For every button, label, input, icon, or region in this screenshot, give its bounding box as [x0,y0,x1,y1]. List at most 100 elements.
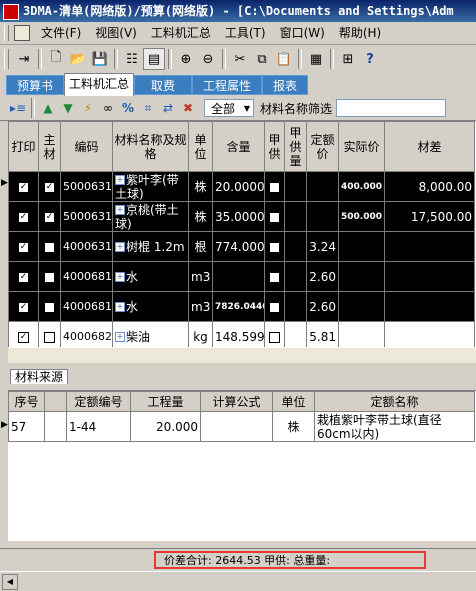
cut-icon[interactable]: ✂ [229,48,251,70]
quota-price-cell[interactable]: 3.24 [306,231,339,262]
column-header[interactable]: 序号 [8,391,45,412]
print-cell[interactable] [8,291,39,322]
jiagong-qty-cell[interactable] [284,291,307,322]
binoculars-icon[interactable]: ∞ [98,98,118,118]
quota-price-cell[interactable]: 2.60 [306,261,339,292]
table-row[interactable]: 40006314+树棍 1.2m根774.0000 3.24 [8,231,475,262]
app-icon[interactable] [3,3,19,20]
difference-cell[interactable] [384,231,475,262]
code-cell[interactable]: 40006829 [60,321,113,347]
table-row[interactable]: 40006829+柴油kg148.59985.81 [8,321,475,347]
tab-material-source[interactable]: 材料来源 [10,369,69,384]
menu-file[interactable]: 文件(F) [34,22,88,44]
chevron-down-icon[interactable]: ▼ [241,104,253,113]
new-icon[interactable]: 🗋 [45,48,67,70]
difference-cell[interactable]: 8,000.00 [384,171,475,202]
tab-fees[interactable]: 取费 [134,75,192,95]
replace-icon[interactable]: ⇄ [158,98,178,118]
select-icon[interactable]: ▤ [143,48,165,70]
quota-price-cell[interactable] [306,171,339,202]
main-material-cell[interactable] [38,171,61,202]
menu-help[interactable]: 帮助(H) [332,22,388,44]
jiagong-cell[interactable] [264,261,285,292]
help-icon[interactable]: ? [359,48,381,70]
tab-materials-summary[interactable]: 工料机汇总 [64,73,134,96]
code-cell[interactable]: 50006311 [60,201,113,232]
column-header[interactable] [44,391,67,412]
unit-cell[interactable]: 株 [188,171,213,202]
main-material-checkbox[interactable] [44,271,55,283]
quantity-cell[interactable]: 35.0000 [212,201,265,232]
menu-view[interactable]: 视图(V) [88,22,144,44]
toolbar-grip[interactable] [4,49,9,69]
unit-cell[interactable]: 根 [188,231,213,262]
name-cell[interactable]: + 树棍 1.2m [112,231,189,262]
name-filter-input[interactable] [336,99,447,117]
tab-reports[interactable]: 报表 [262,75,308,95]
column-header[interactable]: 计算公式 [200,391,273,412]
quantity-cell[interactable]: 20.0000 [212,171,265,202]
unit-cell[interactable]: m3 [188,261,213,292]
quota-price-cell[interactable] [306,201,339,232]
print-cell[interactable] [8,231,39,262]
main-material-checkbox[interactable] [44,211,55,223]
jiagong-cell[interactable] [264,231,285,262]
open-icon[interactable]: 📂 [67,48,89,70]
jiagong-checkbox[interactable] [269,211,280,223]
column-header[interactable]: 定额编号 [66,391,131,412]
percent-icon[interactable]: % [118,98,138,118]
print-cell[interactable] [8,201,39,232]
wand-icon[interactable]: ⚡ [78,98,98,118]
scroll-left-icon[interactable]: ◀ [2,574,18,590]
menu-window[interactable]: 窗口(W) [273,22,332,44]
expand-icon[interactable]: + [115,205,125,215]
print-checkbox[interactable] [18,271,29,283]
zoom-in-icon[interactable]: ⊕ [175,48,197,70]
difference-cell[interactable]: 17,500.00 [384,201,475,232]
print-checkbox[interactable] [18,211,29,223]
jiagong-qty-cell[interactable] [284,321,307,347]
column-header[interactable]: 甲供量 [284,121,307,172]
expand-icon[interactable]: ⌗ [138,98,158,118]
layout-icon[interactable]: ⊞ [337,48,359,70]
expand-icon[interactable]: + [115,302,125,312]
seq-cell[interactable]: 57 [8,411,45,442]
difference-cell[interactable] [384,321,475,347]
column-header[interactable]: 材差 [384,121,475,172]
actual-price-cell[interactable] [338,291,385,322]
print-checkbox[interactable] [18,331,29,343]
quota-price-cell[interactable]: 5.81 [306,321,339,347]
column-header[interactable]: 材料名称及规格 [112,121,189,172]
tree-icon[interactable]: ☷ [121,48,143,70]
main-material-cell[interactable] [38,261,61,292]
actual-price-cell[interactable] [338,321,385,347]
jiagong-checkbox[interactable] [269,331,280,343]
column-header[interactable]: 实际价 [338,121,385,172]
name-cell[interactable]: + 水 [112,291,189,322]
save-icon[interactable]: 💾 [89,48,111,70]
jiagong-qty-cell[interactable] [284,231,307,262]
quantity-cell[interactable]: 148.5998 [212,321,265,347]
formula-cell[interactable] [200,411,273,442]
difference-cell[interactable] [384,261,475,292]
quota-name-cell[interactable]: 栽植紫叶李带土球(直径60cm以内) [314,411,475,442]
jiagong-checkbox[interactable] [269,181,280,193]
menu-tools[interactable]: 工具(T) [218,22,273,44]
unit-cell[interactable]: m3 [188,291,213,322]
code-cell[interactable]: 40006314 [60,231,113,262]
jiagong-cell[interactable] [264,291,285,322]
copy-icon[interactable]: ⧉ [251,48,273,70]
tab-project-properties[interactable]: 工程属性 [192,75,262,95]
print-checkbox[interactable] [18,241,29,253]
name-cell[interactable]: + 水 [112,261,189,292]
blank-cell[interactable] [44,411,67,442]
main-material-cell[interactable] [38,291,61,322]
column-header[interactable]: 编码 [60,121,113,172]
quota-code-cell[interactable]: 1-44 [66,411,131,442]
main-material-cell[interactable] [38,201,61,232]
jiagong-checkbox[interactable] [269,301,280,313]
jiagong-qty-cell[interactable] [284,201,307,232]
jiagong-qty-cell[interactable] [284,171,307,202]
materials-horizontal-scrollbar[interactable] [8,347,476,363]
quota-price-cell[interactable]: 2.60 [306,291,339,322]
